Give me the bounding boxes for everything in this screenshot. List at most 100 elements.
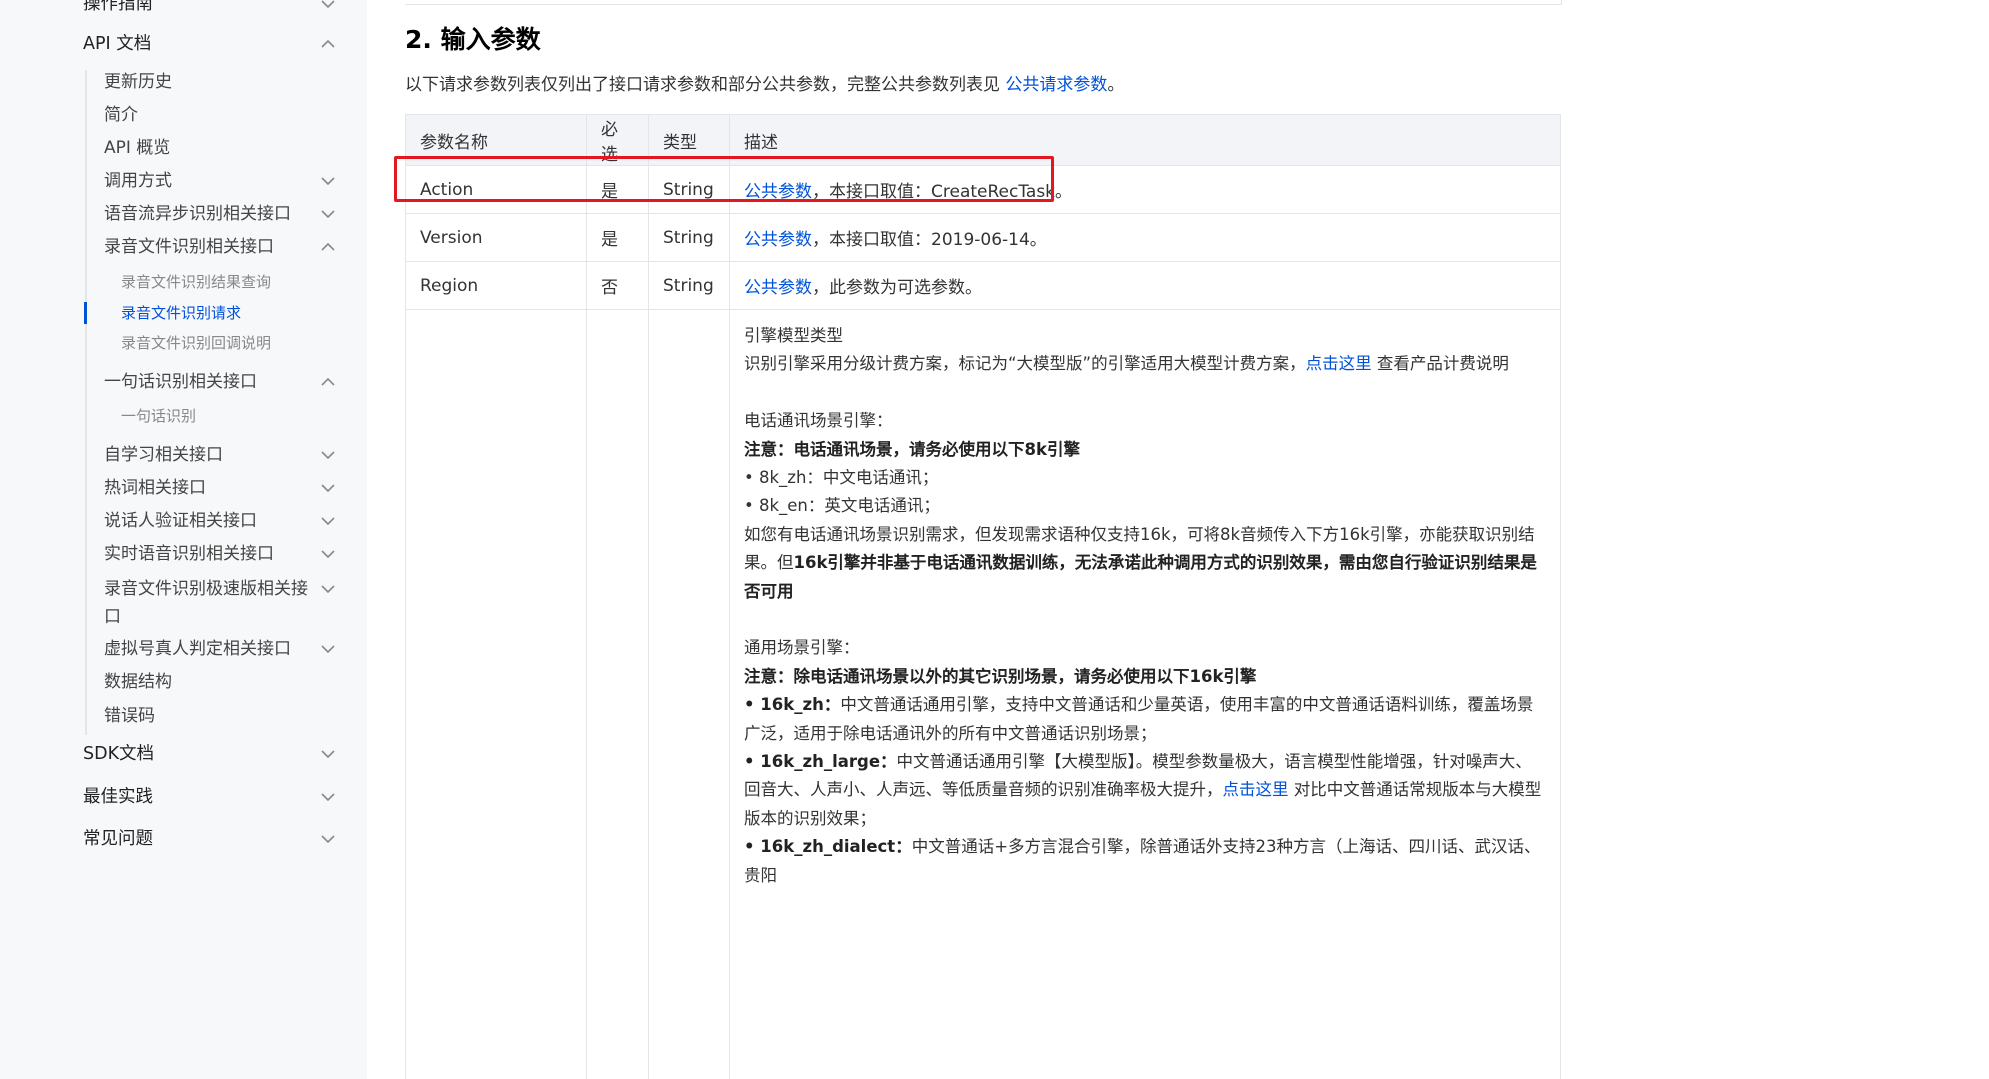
chevron-down-icon (318, 0, 338, 14)
sidebar-item-label: 更新历史 (104, 72, 172, 92)
sidebar-item-calling[interactable]: 调用方式 (0, 165, 367, 197)
intro-text: 以下请求参数列表仅列出了接口请求参数和部分公共参数，完整公共参数列表见 (405, 75, 1006, 95)
sidebar-item-file-rec[interactable]: 录音文件识别相关接口 (0, 231, 367, 263)
sidebar-item-label: 语音流异步识别相关接口 (104, 204, 291, 224)
sidebar-item-history[interactable]: 更新历史 (0, 66, 367, 98)
table-row: 引擎模型类型 识别引擎采用分级计费方案，标记为“大模型版”的引擎适用大模型计费方… (405, 309, 1561, 1079)
sidebar-item-data-structure[interactable]: 数据结构 (0, 666, 367, 698)
sidebar-item-label: SDK文档 (83, 744, 155, 764)
chevron-down-icon (318, 744, 338, 764)
sidebar-item-flash-file[interactable]: 录音文件识别极速版相关接口 (0, 573, 367, 633)
sidebar-item-label: 一句话识别 (121, 407, 197, 425)
general-title: 通用场景引擎： (744, 638, 860, 658)
param-type: String (648, 213, 730, 262)
phone-item-8k-en: • 8k_en：英文电话通讯； (744, 496, 940, 516)
divider (1561, 0, 1562, 5)
chevron-down-icon (318, 544, 338, 564)
sidebar-item-label: 录音文件识别极速版相关接口 (104, 579, 308, 627)
chevron-down-icon (318, 445, 338, 465)
header-type: 类型 (648, 114, 730, 166)
sidebar-item-file-rec-callback[interactable]: 录音文件识别回调说明 (0, 327, 367, 359)
sidebar-item-label: 录音文件识别结果查询 (121, 273, 272, 291)
engine-description: 引擎模型类型 识别引擎采用分级计费方案，标记为“大模型版”的引擎适用大模型计费方… (729, 309, 1561, 1079)
phone-title: 电话通讯场景引擎： (744, 411, 893, 431)
common-param-link[interactable]: 公共参数 (744, 278, 812, 298)
sidebar-item-stream-async[interactable]: 语音流异步识别相关接口 (0, 198, 367, 230)
common-param-link[interactable]: 公共参数 (744, 230, 812, 250)
intro-paragraph: 以下请求参数列表仅列出了接口请求参数和部分公共参数，完整公共参数列表见 公共请求… (405, 72, 1124, 98)
compare-link[interactable]: 点击这里 (1223, 780, 1289, 799)
param-name: Version (405, 213, 587, 262)
sidebar-item-sentence-rec[interactable]: 一句话识别相关接口 (0, 366, 367, 398)
param-name: Action (405, 165, 587, 214)
sidebar-item-label: 错误码 (104, 706, 155, 726)
sidebar-item-best-practice[interactable]: 最佳实践 (0, 781, 367, 813)
sidebar-item-label: 操作指南 (83, 0, 153, 14)
chevron-down-icon (318, 579, 338, 599)
table-header-row: 参数名称 必选 类型 描述 (405, 114, 1561, 166)
sidebar-item-file-rec-query[interactable]: 录音文件识别结果查询 (0, 266, 367, 298)
chevron-down-icon (318, 204, 338, 224)
desc-text: ，本接口取值：CreateRecTask。 (812, 182, 1073, 202)
sidebar-item-realtime[interactable]: 实时语音识别相关接口 (0, 538, 367, 570)
sidebar-item-guide[interactable]: 操作指南 (0, 0, 367, 20)
phone-note-text: 注意：电话通讯场景，请务必使用以下8k引擎 (744, 439, 1080, 459)
sidebar-item-speaker-verify[interactable]: 说话人验证相关接口 (0, 505, 367, 537)
param-type: String (648, 261, 730, 310)
header-param-name: 参数名称 (405, 114, 587, 166)
sidebar-item-error-codes[interactable]: 错误码 (0, 700, 367, 732)
billing-link[interactable]: 点击这里 (1306, 354, 1372, 373)
general-note-text: 注意：除电话通讯场景以外的其它识别场景，请务必使用以下16k引擎 (744, 666, 1257, 686)
intro-end: 。 (1107, 75, 1125, 95)
engine-key: • 16k_zh_dialect： (744, 837, 912, 857)
sidebar-item-label: 实时语音识别相关接口 (104, 544, 274, 564)
sidebar-item-label: 一句话识别相关接口 (104, 372, 257, 392)
phone-para-bold: 16k引擎并非基于电话通讯数据训练，无法承诺此种调用方式的识别效果，需由您自行验… (744, 553, 1537, 601)
param-name: Region (405, 261, 587, 310)
param-required: 是 (586, 213, 649, 262)
engine-key: • 16k_zh： (744, 695, 841, 715)
sidebar-item-label: 录音文件识别相关接口 (104, 237, 274, 257)
table-row: Version 是 String 公共参数，本接口取值：2019-06-14。 (405, 213, 1561, 262)
param-description: 公共参数，此参数为可选参数。 (729, 261, 1561, 310)
sidebar-item-label: 录音文件识别回调说明 (121, 334, 272, 352)
table-row: Region 否 String 公共参数，此参数为可选参数。 (405, 261, 1561, 310)
sidebar-item-self-learning[interactable]: 自学习相关接口 (0, 439, 367, 471)
sidebar-item-api-overview[interactable]: API 概览 (0, 132, 367, 164)
chevron-up-icon (318, 237, 338, 257)
engine-item-16k-zh-dialect: • 16k_zh_dialect：中文普通话+多方言混合引擎，除普通话外支持23… (744, 833, 1546, 890)
phone-note: 注意：电话通讯场景，请务必使用以下8k引擎 (744, 436, 1546, 464)
common-param-link[interactable]: 公共参数 (744, 182, 812, 202)
general-note: 注意：除电话通讯场景以外的其它识别场景，请务必使用以下16k引擎 (744, 663, 1546, 691)
params-table: 参数名称 必选 类型 描述 Action 是 String 公共参数，本接口取值… (405, 114, 1561, 1079)
phone-item-8k-zh: • 8k_zh：中文电话通讯； (744, 468, 939, 488)
sidebar-item-label: 简介 (104, 105, 138, 125)
sidebar-item-faq[interactable]: 常见问题 (0, 823, 367, 855)
sidebar-item-label: API 文档 (83, 34, 152, 54)
param-required (586, 309, 649, 1079)
engine-key: • 16k_zh_large： (744, 752, 897, 772)
chevron-down-icon (318, 478, 338, 498)
sidebar-item-sentence[interactable]: 一句话识别 (0, 400, 367, 432)
common-params-link[interactable]: 公共请求参数 (1005, 75, 1107, 95)
sidebar-item-sdk-docs[interactable]: SDK文档 (0, 738, 367, 770)
desc-text: ，此参数为可选参数。 (812, 278, 982, 298)
sidebar-item-api-docs[interactable]: API 文档 (0, 28, 367, 60)
chevron-up-icon (318, 372, 338, 392)
sidebar-item-label: 常见问题 (83, 829, 153, 849)
sidebar-item-hotword[interactable]: 热词相关接口 (0, 472, 367, 504)
section-title: 2. 输入参数 (405, 25, 541, 54)
billing-text-end: 查看产品计费说明 (1371, 354, 1509, 374)
param-description: 公共参数，本接口取值：CreateRecTask。 (729, 165, 1561, 214)
sidebar-item-virtual-number[interactable]: 虚拟号真人判定相关接口 (0, 633, 367, 665)
sidebar-item-label: 虚拟号真人判定相关接口 (104, 639, 291, 659)
phone-paragraph: 如您有电话通讯场景识别需求，但发现需求语种仅支持16k，可将8k音频传入下方16… (744, 521, 1546, 606)
sidebar-item-label: 自学习相关接口 (104, 445, 223, 465)
param-required: 是 (586, 165, 649, 214)
chevron-down-icon (318, 829, 338, 849)
sidebar-item-intro[interactable]: 简介 (0, 99, 367, 131)
sidebar-item-file-rec-request[interactable]: 录音文件识别请求 (0, 297, 367, 329)
engine-desc: 中文普通话通用引擎，支持中文普通话和少量英语，使用丰富的中文普通话语料训练，覆盖… (744, 695, 1534, 743)
sidebar-item-label: 调用方式 (104, 171, 172, 191)
